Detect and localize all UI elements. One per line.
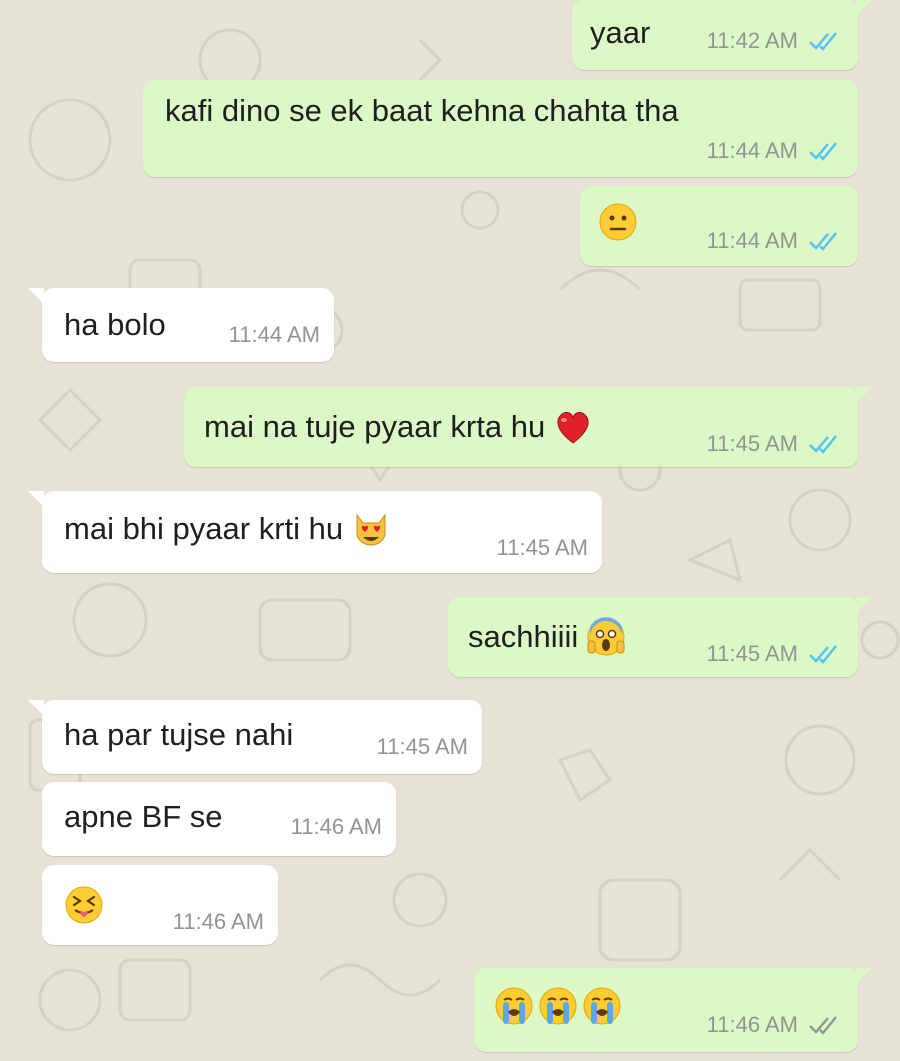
incoming-message-bubble[interactable]: apne BF se 11:46 AM bbox=[42, 782, 396, 856]
message-text: mai na tuje pyaar krta hu bbox=[204, 409, 546, 444]
incoming-message-bubble[interactable]: mai bhi pyaar krti hu 11:45 AM bbox=[28, 491, 602, 573]
neutral-face-emoji bbox=[599, 203, 637, 241]
message-text: mai bhi pyaar krti hu bbox=[64, 511, 344, 546]
message-time: 11:46 AM bbox=[290, 814, 382, 839]
incoming-message-bubble[interactable]: 11:46 AM bbox=[42, 865, 278, 945]
outgoing-message-bubble[interactable]: yaar 11:42 AM bbox=[572, 0, 872, 70]
loudly-crying-emoji bbox=[495, 987, 533, 1025]
message-time: 11:44 AM bbox=[228, 322, 320, 347]
message-time: 11:45 AM bbox=[706, 431, 798, 456]
incoming-message-bubble[interactable]: ha par tujse nahi 11:45 AM bbox=[28, 700, 482, 774]
message-text: kafi dino se ek baat kehna chahta tha bbox=[165, 93, 679, 128]
incoming-message-bubble[interactable]: ha bolo 11:44 AM bbox=[28, 288, 334, 362]
message-time: 11:42 AM bbox=[706, 28, 798, 53]
message-text: ha par tujse nahi bbox=[64, 717, 294, 752]
message-text: yaar bbox=[590, 15, 651, 50]
message-time: 11:46 AM bbox=[706, 1012, 798, 1037]
message-time: 11:44 AM bbox=[706, 228, 798, 253]
read-ticks-icon bbox=[809, 645, 837, 664]
read-ticks-icon bbox=[809, 142, 837, 161]
loudly-crying-emoji bbox=[583, 987, 621, 1025]
message-text: sachhiiii bbox=[468, 619, 579, 654]
outgoing-message-bubble[interactable]: 11:46 AM bbox=[474, 968, 872, 1052]
loudly-crying-emoji bbox=[539, 987, 577, 1025]
screaming-face-emoji bbox=[587, 617, 625, 656]
message-time: 11:45 AM bbox=[706, 641, 798, 666]
outgoing-message-bubble[interactable]: kafi dino se ek baat kehna chahta tha 11… bbox=[143, 80, 858, 177]
outgoing-message-bubble[interactable]: 11:44 AM bbox=[580, 186, 858, 266]
message-time: 11:44 AM bbox=[706, 138, 798, 163]
read-ticks-icon bbox=[809, 32, 837, 51]
message-time: 11:46 AM bbox=[172, 909, 264, 934]
red-heart-emoji bbox=[557, 411, 589, 444]
read-ticks-icon bbox=[809, 435, 837, 454]
squinting-tongue-emoji bbox=[65, 886, 103, 924]
message-time: 11:45 AM bbox=[496, 535, 588, 560]
message-text: apne BF se bbox=[64, 799, 223, 834]
read-ticks-icon bbox=[809, 232, 837, 251]
heart-eyes-cat-emoji bbox=[356, 513, 386, 546]
outgoing-message-bubble[interactable]: mai na tuje pyaar krta hu 11:45 AM bbox=[184, 387, 872, 467]
message-text: ha bolo bbox=[64, 307, 166, 342]
message-time: 11:45 AM bbox=[376, 734, 468, 759]
outgoing-message-bubble[interactable]: sachhiiii 11:45 AM bbox=[448, 597, 872, 677]
delivered-ticks-icon bbox=[809, 1016, 837, 1035]
